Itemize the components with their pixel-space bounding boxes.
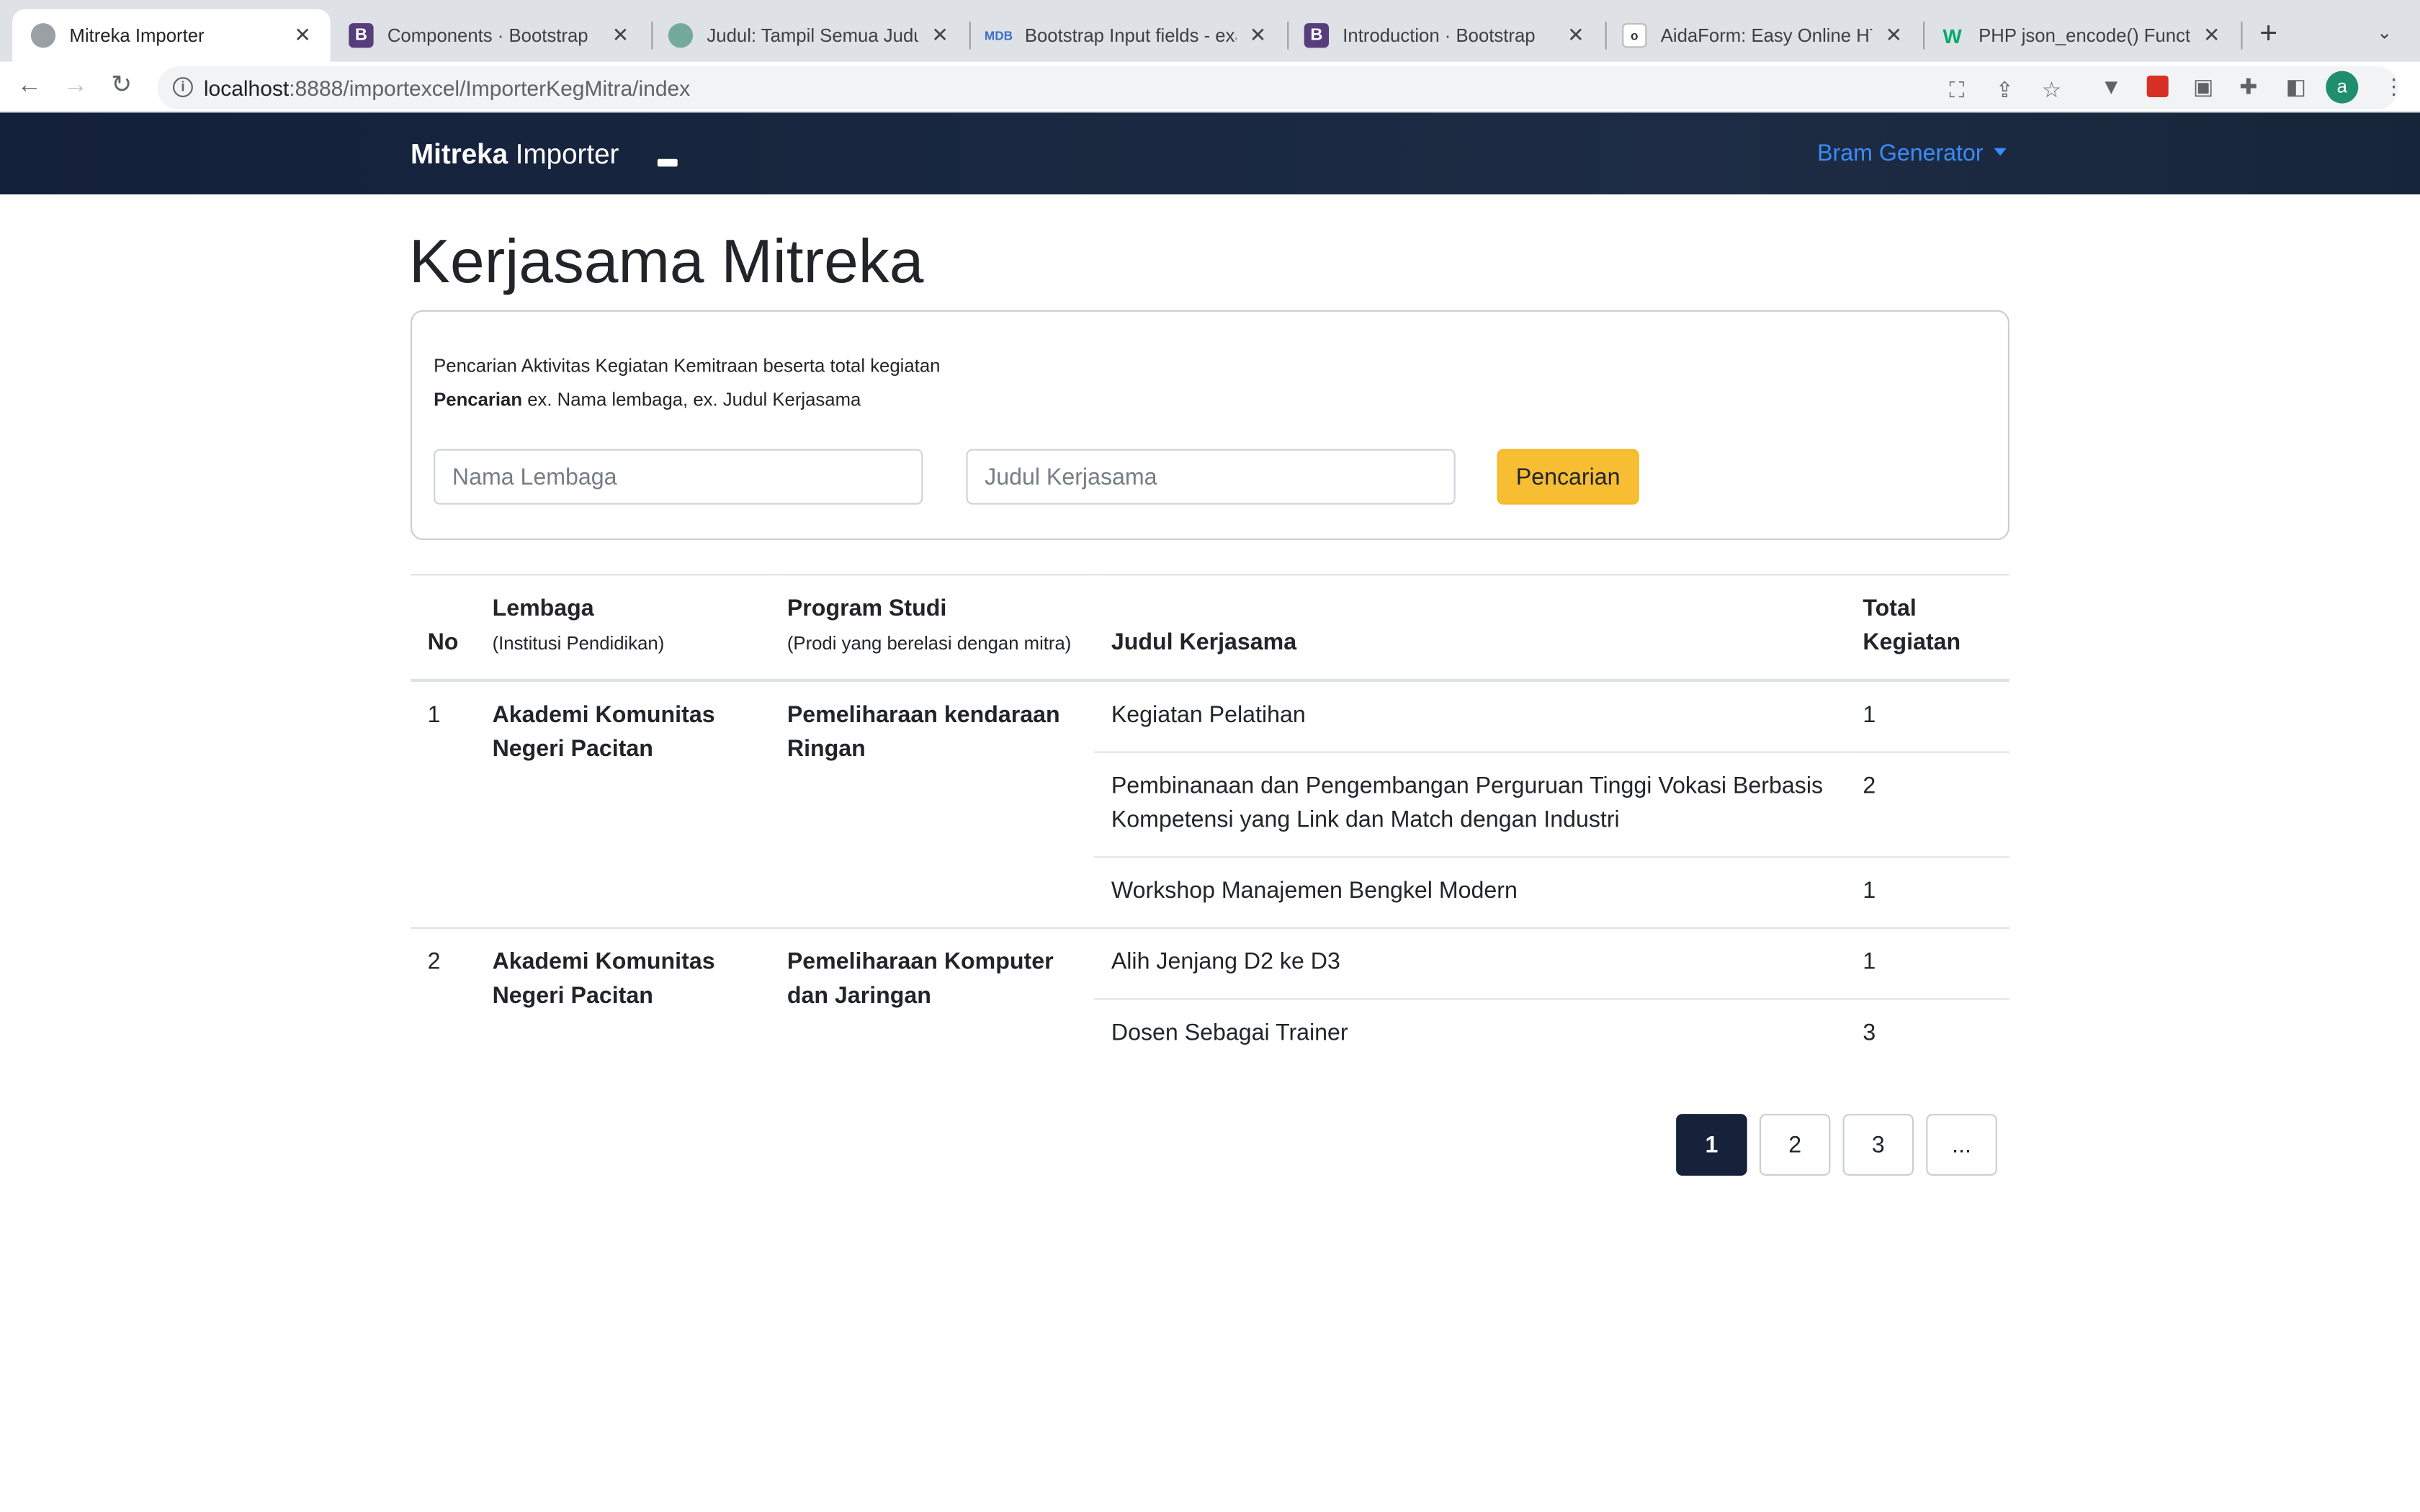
bootstrap-icon: B (1304, 23, 1329, 48)
chatgpt-icon (668, 23, 694, 48)
col-header-judul: Judul Kerjasama (1094, 574, 1846, 683)
url-text[interactable]: localhost:8888/importexcel/ImporterKegMi… (204, 76, 690, 100)
address-bar[interactable]: i localhost:8888/importexcel/ImporterKeg… (157, 66, 2398, 110)
cell-no: 2 (427, 948, 441, 976)
browser-tab-strip: Mitreka Importer ✕ B Components · Bootst… (0, 0, 2420, 62)
search-description: Pencarian Aktivitas Kegiatan Kemitraan b… (434, 354, 941, 377)
cell-total: 1 (1845, 927, 2009, 1000)
tab-search-chevron-icon[interactable]: ⌄ (2377, 22, 2393, 43)
share-icon[interactable]: ⇪ (1996, 77, 2014, 102)
page-link-3[interactable]: 3 (1842, 1114, 1914, 1176)
pagination: 1 2 3 ... (1676, 1114, 1997, 1176)
tab-chatgpt[interactable]: Judul: Tampil Semua Judul ✕ (650, 9, 967, 62)
user-dropdown[interactable]: Bram Generator (1817, 140, 2007, 166)
tab-php-json-encode[interactable]: W PHP json_encode() Functio ✕ (1922, 9, 2239, 62)
cell-lembaga: Akademi Komunitas Negeri Pacitan (492, 948, 715, 1009)
side-panel-icon[interactable]: ◧ (2286, 74, 2306, 99)
site-info-icon[interactable]: i (173, 77, 193, 97)
close-tab-icon[interactable]: ✕ (608, 23, 632, 48)
table-row: 1 Akademi Komunitas Negeri Pacitan Pemel… (411, 680, 2009, 929)
cell-no: 1 (411, 680, 475, 929)
cell-judul: Pembinanaan dan Pengembangan Perguruan T… (1094, 752, 1846, 858)
cell-total: 2 (1845, 752, 2009, 858)
kerjasama-table: No Lembaga (Institusi Pendidikan) Program… (411, 574, 2009, 1069)
cell-prodi: Pemeliharaan Komputer dan Jaringan (786, 948, 1054, 1009)
back-arrow-icon[interactable]: ← (17, 71, 42, 102)
col-header-lembaga: Lembaga (Institusi Pendidikan) (475, 574, 771, 683)
tab-mdb-input-fields[interactable]: MDB Bootstrap Input fields - exa ✕ (968, 9, 1286, 62)
tab-aidaform[interactable]: o AidaForm: Easy Online HTM ✕ (1603, 9, 1921, 62)
col-header-total: Total Kegiatan (1845, 574, 2009, 683)
table-row: 2 Akademi Komunitas Negeri Pacitan Pemel… (411, 927, 2009, 1009)
caret-down-icon (1994, 148, 2007, 156)
cell-total: 1 (1845, 857, 2009, 930)
extension-red-icon[interactable] (2146, 76, 2169, 97)
cell-prodi: Pemeliharaan kendaraan Ringan (770, 680, 1095, 929)
search-hint: Pencarian ex. Nama lembaga, ex. Judul Ke… (434, 389, 861, 410)
lembaga-search-input[interactable] (434, 449, 923, 505)
page-link-1[interactable]: 1 (1676, 1114, 1747, 1176)
cell-total: 1 (1845, 680, 2009, 753)
globe-icon (30, 23, 56, 48)
bootstrap-icon: B (349, 23, 374, 48)
close-tab-icon[interactable]: ✕ (290, 23, 315, 48)
brand-logo[interactable]: Mitreka Importer (411, 139, 619, 171)
page-link-more[interactable]: ... (1926, 1114, 1997, 1176)
col-header-no: No (411, 574, 475, 683)
translate-icon[interactable]: ⛶ (1949, 77, 1964, 102)
reload-icon[interactable]: ↻ (111, 71, 132, 102)
close-tab-icon[interactable]: ✕ (1564, 23, 1588, 48)
close-tab-icon[interactable]: ✕ (2200, 23, 2224, 48)
close-tab-icon[interactable]: ✕ (1245, 23, 1270, 48)
cell-judul: Alih Jenjang D2 ke D3 (1094, 927, 1846, 1000)
forward-arrow-icon[interactable]: → (63, 71, 88, 102)
tab-bootstrap-components[interactable]: B Components · Bootstrap ✕ (331, 9, 648, 62)
browser-toolbar: ← → ↻ i localhost:8888/importexcel/Impor… (0, 61, 2420, 113)
aidaform-icon: o (1622, 23, 1647, 48)
mdb-icon: MDB (984, 28, 1013, 42)
app-navbar: Mitreka Importer Bram Generator (0, 112, 2420, 194)
extension-v-icon[interactable]: ▼ (2100, 74, 2122, 99)
kebab-menu-icon[interactable]: ⋮ (2383, 74, 2405, 99)
page-title: Kerjasama Mitreka (408, 228, 924, 297)
tab-bootstrap-introduction[interactable]: B Introduction · Bootstrap ✕ (1286, 9, 1603, 62)
tab-mitreka-importer[interactable]: Mitreka Importer ✕ (12, 9, 331, 62)
profile-avatar[interactable]: a (2326, 71, 2359, 104)
extensions-puzzle-icon[interactable]: ✚ (2239, 74, 2257, 99)
page-link-2[interactable]: 2 (1759, 1114, 1831, 1176)
cell-judul: Kegiatan Pelatihan (1094, 680, 1846, 753)
close-tab-icon[interactable]: ✕ (1881, 23, 1906, 48)
close-tab-icon[interactable]: ✕ (928, 23, 952, 48)
cell-judul: Workshop Manajemen Bengkel Modern (1094, 857, 1846, 930)
search-card: Pencarian Aktivitas Kegiatan Kemitraan b… (411, 310, 2009, 540)
cell-total: 3 (1863, 1020, 1876, 1046)
judul-search-input[interactable] (966, 449, 1456, 505)
cell-judul: Dosen Sebagai Trainer (1111, 1020, 1348, 1046)
screen-capture-icon[interactable]: ▣ (2193, 74, 2213, 99)
cell-lembaga: Akademi Komunitas Negeri Pacitan (475, 680, 771, 929)
w3schools-icon: W (1942, 24, 1962, 48)
bookmark-star-icon[interactable]: ☆ (2042, 77, 2061, 102)
search-button[interactable]: Pencarian (1497, 449, 1639, 505)
table-header-row: No Lembaga (Institusi Pendidikan) Program… (411, 574, 2009, 683)
new-tab-plus-icon[interactable]: + (2259, 19, 2277, 50)
navbar-toggler-icon[interactable] (657, 158, 678, 167)
col-header-prodi: Program Studi (Prodi yang berelasi dengan… (770, 574, 1095, 683)
